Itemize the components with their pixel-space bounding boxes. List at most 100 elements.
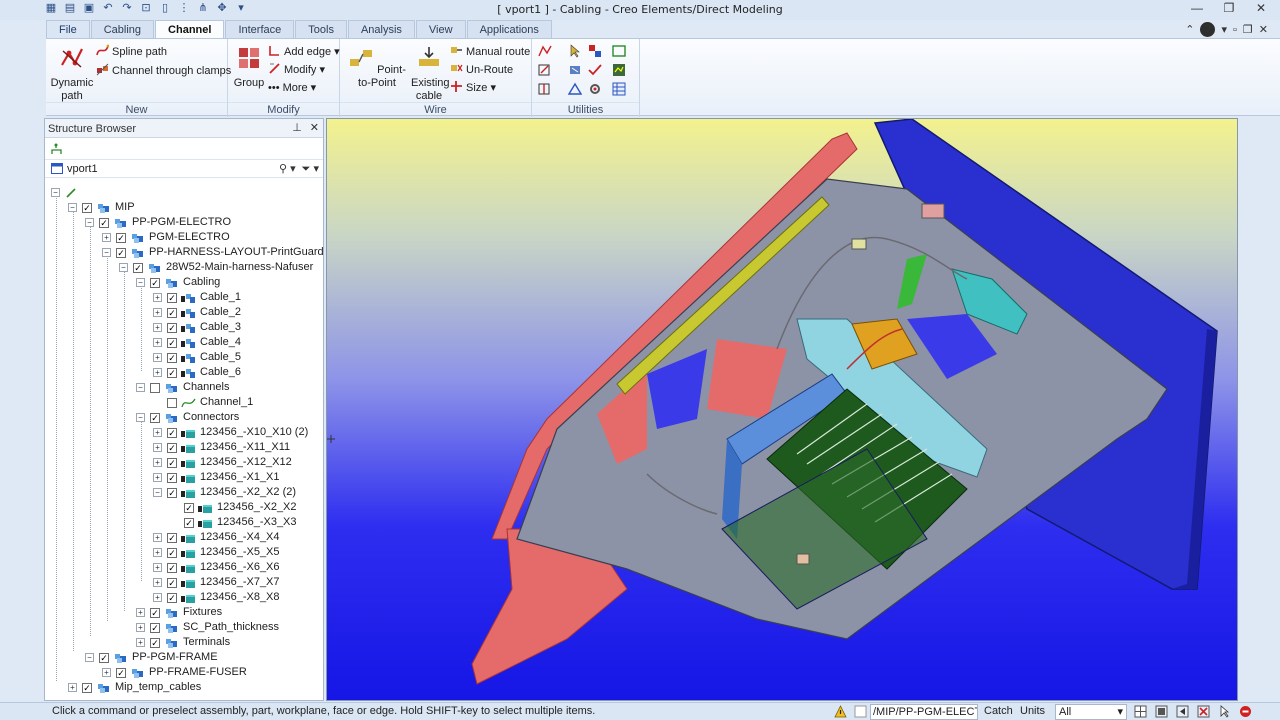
tree-item[interactable]: + ✓ 123456_-X8_X8 (153, 590, 280, 605)
edit-points-icon[interactable] (538, 63, 552, 77)
tab-channel[interactable]: Channel (155, 20, 225, 39)
visibility-checkbox[interactable]: ✓ (116, 667, 126, 678)
model-view[interactable] (327, 119, 1238, 701)
doc-minimize-icon[interactable]: ▫ (1233, 24, 1237, 36)
expand-toggle[interactable]: + (153, 428, 162, 437)
expand-toggle[interactable]: + (153, 323, 162, 332)
stop-icon[interactable] (1239, 705, 1252, 718)
existing-cable-button[interactable]: Existing cable (410, 45, 450, 103)
close-icon[interactable]: ✕ (1254, 1, 1268, 15)
visibility-checkbox[interactable]: ✓ (167, 592, 177, 603)
visibility-checkbox[interactable]: ✓ (184, 502, 194, 513)
tree-item[interactable]: + ✓ Cable_1 (153, 290, 241, 305)
expand-toggle[interactable]: + (153, 533, 162, 542)
collapse-toggle[interactable]: − (153, 488, 162, 497)
close-status-icon[interactable] (1197, 705, 1210, 718)
size-button[interactable]: Size ▾ (450, 80, 496, 96)
polyline-icon[interactable] (538, 44, 552, 58)
visibility-checkbox[interactable]: ✓ (167, 292, 177, 303)
tree-item[interactable]: − ✓ MIP (68, 200, 135, 215)
collapse-toggle[interactable]: − (68, 203, 77, 212)
collapse-toggle[interactable]: − (119, 263, 128, 272)
grid-icon[interactable] (1134, 705, 1147, 718)
tab-view[interactable]: View (415, 20, 466, 39)
expand-toggle[interactable]: + (153, 308, 162, 317)
tree-item[interactable]: − ✓ 123456_-X2_X2 (2) (153, 485, 296, 500)
expand-toggle[interactable]: + (136, 608, 145, 617)
collapse-toggle[interactable]: − (136, 278, 145, 287)
expand-toggle[interactable]: + (153, 353, 162, 362)
visibility-checkbox[interactable]: ✓ (167, 307, 177, 318)
collapse-toggle[interactable]: − (85, 653, 94, 662)
selection-filter-select[interactable]: All ▾ (1055, 704, 1127, 720)
tree-item[interactable]: + ✓ Fixtures (136, 605, 222, 620)
visibility-checkbox[interactable]: ✓ (167, 577, 177, 588)
current-path-field[interactable]: /MIP/PP-PGM-ELECTRO (870, 704, 978, 720)
tree-item[interactable]: + ✓ 123456_-X7_X7 (153, 575, 280, 590)
tree-item[interactable]: − Channels (136, 380, 229, 395)
layout-icon[interactable] (1155, 705, 1168, 718)
tab-tools[interactable]: Tools (295, 20, 347, 39)
collapse-toggle[interactable]: − (136, 413, 145, 422)
tree-item[interactable]: +✓123456_-X3_X3 (170, 515, 297, 530)
tree-item[interactable]: + ✓ 123456_-X4_X4 (153, 530, 280, 545)
expand-toggle[interactable]: + (153, 293, 162, 302)
3d-viewport[interactable] (326, 118, 1238, 701)
check-wire-icon[interactable] (588, 63, 602, 77)
tree-item[interactable]: + ✓ 123456_-X6_X6 (153, 560, 280, 575)
expand-toggle[interactable]: + (68, 683, 77, 692)
manual-route-button[interactable]: Manual route (450, 44, 530, 60)
help-dropdown-icon[interactable]: ▾ (1221, 23, 1227, 36)
expand-toggle[interactable]: + (136, 623, 145, 632)
collapse-toggle[interactable]: − (102, 248, 111, 257)
ribbon-minimize-icon[interactable]: ⌃ (1185, 23, 1194, 36)
tab-analysis[interactable]: Analysis (347, 20, 415, 39)
route-icon[interactable] (568, 82, 582, 96)
visibility-checkbox[interactable]: ✓ (167, 337, 177, 348)
add-edge-button[interactable]: Add edge ▾ (268, 44, 340, 60)
expand-toggle[interactable]: + (153, 443, 162, 452)
help-icon[interactable]: ? (1200, 22, 1216, 37)
visibility-checkbox[interactable]: ✓ (133, 262, 143, 273)
visibility-checkbox[interactable]: ✓ (167, 442, 177, 453)
visibility-checkbox[interactable]: ✓ (167, 487, 177, 498)
point-to-point-button[interactable]: Point-to-Point (344, 45, 410, 90)
tree-view-icon[interactable] (50, 143, 63, 155)
connector-tool-icon[interactable] (568, 63, 582, 77)
visibility-checkbox[interactable]: ✓ (116, 247, 126, 258)
visibility-checkbox[interactable]: ✓ (167, 322, 177, 333)
visibility-checkbox[interactable]: ✓ (150, 277, 160, 288)
viewport-selector[interactable]: vport1 ⚲ ▾ ⏷ ▾ (45, 160, 323, 178)
visibility-checkbox[interactable]: ✓ (167, 457, 177, 468)
modify-button[interactable]: Modify ▾ (268, 62, 325, 78)
visibility-checkbox[interactable]: ✓ (150, 622, 160, 633)
collapse-toggle[interactable]: − (136, 383, 145, 392)
tree-item[interactable]: − ✓ Cabling (136, 275, 220, 290)
tree-item[interactable]: + ✓ Terminals (136, 635, 230, 650)
tree-item[interactable]: +✓123456_-X2_X2 (170, 500, 297, 515)
multi-select-icon[interactable] (588, 44, 602, 58)
expand-toggle[interactable]: + (153, 593, 162, 602)
expand-toggle[interactable]: + (153, 458, 162, 467)
tree-item[interactable]: − ✓ PP-HARNESS-LAYOUT-PrintGuard (102, 245, 324, 260)
visibility-checkbox[interactable]: ✓ (116, 232, 126, 243)
visibility-checkbox[interactable]: ✓ (167, 472, 177, 483)
tab-interface[interactable]: Interface (225, 20, 295, 39)
filter-icon[interactable]: ⏷ ▾ (302, 162, 319, 176)
visibility-checkbox[interactable]: ✓ (82, 682, 92, 693)
tree-item[interactable]: + ✓ Cable_3 (153, 320, 241, 335)
binoculars-icon[interactable]: ⚲ ▾ (279, 162, 296, 176)
warning-icon[interactable] (834, 705, 847, 718)
visibility-checkbox[interactable]: ✓ (184, 517, 194, 528)
restore-icon[interactable]: ❐ (1222, 1, 1236, 15)
visibility-checkbox[interactable]: ✓ (150, 412, 160, 423)
tree-item[interactable]: +Channel_1 (153, 395, 253, 410)
tree-item[interactable]: − ✓ Connectors (136, 410, 239, 425)
tree-item[interactable]: + ✓ Mip_temp_cables (68, 680, 201, 695)
minimize-icon[interactable]: — (1190, 1, 1204, 15)
units-button[interactable]: Units (1020, 705, 1045, 717)
expand-toggle[interactable]: + (153, 563, 162, 572)
report-icon[interactable] (612, 63, 626, 77)
catch-button[interactable]: Catch (984, 705, 1013, 717)
spline-path-button[interactable]: Spline path (96, 44, 167, 60)
